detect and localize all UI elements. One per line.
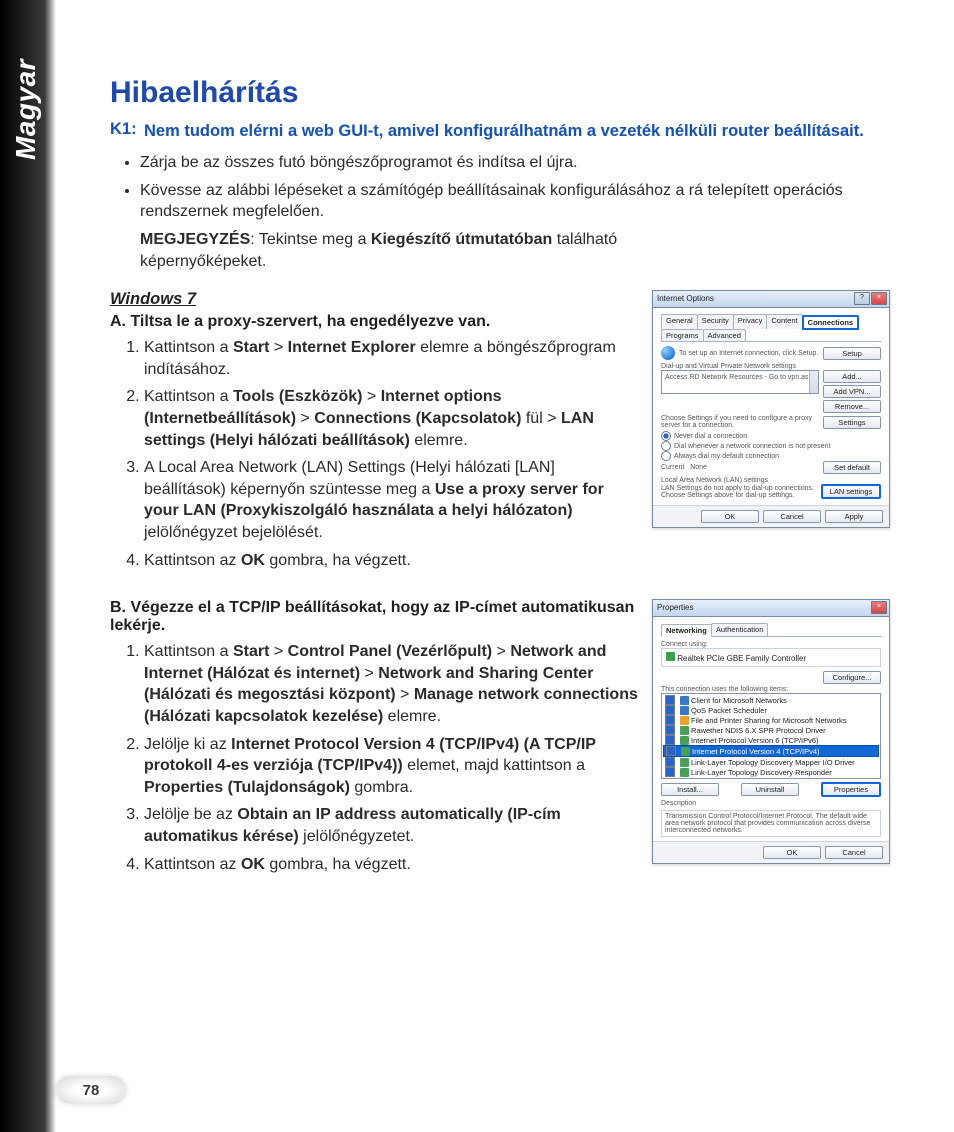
cancel-button[interactable]: Cancel <box>825 846 883 859</box>
bullet-item: Kövesse az alábbi lépéseket a számítógép… <box>140 180 890 223</box>
tab-programs[interactable]: Programs <box>661 329 704 341</box>
dialog-tabs: General Security Privacy Content Connect… <box>661 314 881 342</box>
section-b-heading: B. Végezze el a TCP/IP beállításokat, ho… <box>110 599 640 635</box>
remove-button[interactable]: Remove... <box>823 400 881 413</box>
step: Jelölje be az Obtain an IP address autom… <box>144 804 640 847</box>
close-icon[interactable]: × <box>871 601 887 614</box>
description-text: Transmission Control Protocol/Internet P… <box>661 810 881 837</box>
page-title: Hibaelhárítás <box>110 76 890 110</box>
step: A Local Area Network (LAN) Settings (Hel… <box>144 457 640 543</box>
properties-button[interactable]: Properties <box>821 782 881 797</box>
page-content: Hibaelhárítás K1: Nem tudom elérni a web… <box>110 76 890 903</box>
component-icon <box>680 736 689 745</box>
component-icon <box>680 706 689 715</box>
uninstall-button[interactable]: Uninstall <box>741 783 799 796</box>
dialog-title: Properties <box>653 603 693 612</box>
tab-security[interactable]: Security <box>697 314 734 329</box>
tab-advanced[interactable]: Advanced <box>703 329 746 341</box>
side-language-label: Magyar <box>10 59 42 160</box>
page-number: 78 <box>56 1076 126 1104</box>
faq-question: K1: Nem tudom elérni a web GUI-t, amivel… <box>110 120 890 142</box>
dialog-tabs: Networking Authentication <box>661 623 881 637</box>
tab-content[interactable]: Content <box>766 314 802 329</box>
tab-authentication[interactable]: Authentication <box>711 623 769 636</box>
setup-hint: To set up an Internet connection, click … <box>679 350 818 357</box>
step: Jelölje ki az Internet Protocol Version … <box>144 734 640 799</box>
cancel-button[interactable]: Cancel <box>763 510 821 523</box>
ok-button[interactable]: OK <box>701 510 759 523</box>
settings-button[interactable]: Settings <box>823 416 881 429</box>
adapter-field: Realtek PCIe GBE Family Controller <box>661 648 881 667</box>
lan-section-head: Local Area Network (LAN) settings <box>661 477 881 484</box>
connect-using-label: Connect using: <box>661 641 881 648</box>
globe-icon <box>661 346 675 360</box>
faq-label: K1: <box>110 120 144 142</box>
component-icon <box>680 768 689 777</box>
lan-settings-button[interactable]: LAN settings <box>821 484 881 499</box>
lan-hint: LAN Settings do not apply to dial-up con… <box>661 485 821 499</box>
bullet-item: Zárja be az összes futó böngészőprogramo… <box>140 152 890 174</box>
install-button[interactable]: Install... <box>661 783 719 796</box>
page-number-badge: 78 <box>56 1076 126 1104</box>
step: Kattintson az OK gombra, ha végzett. <box>144 550 640 572</box>
component-icon <box>680 758 689 767</box>
dialog-titlebar: Internet Options ? × <box>653 291 889 308</box>
component-icon <box>680 726 689 735</box>
step: Kattintson az OK gombra, ha végzett. <box>144 854 640 876</box>
step: Kattintson a Start > Internet Explorer e… <box>144 337 640 380</box>
note-label: MEGJEGYZÉS <box>140 231 250 248</box>
add-button[interactable]: Add... <box>823 370 881 383</box>
section-a-steps: Kattintson a Start > Internet Explorer e… <box>110 337 640 571</box>
configure-button[interactable]: Configure... <box>823 671 881 684</box>
radio-dial-when[interactable]: Dial whenever a network connection is no… <box>661 441 881 451</box>
help-icon[interactable]: ? <box>854 292 870 305</box>
vpn-section-head: Dial-up and Virtual Private Network sett… <box>661 363 881 370</box>
component-icon <box>681 747 690 756</box>
cfg-hint: Choose Settings if you need to configure… <box>661 415 823 429</box>
apply-button[interactable]: Apply <box>825 510 883 523</box>
dialog-titlebar: Properties × <box>653 600 889 617</box>
component-icon <box>680 716 689 725</box>
dialog-title: Internet Options <box>653 294 714 303</box>
tab-networking[interactable]: Networking <box>661 624 712 637</box>
intro-bullets: Zárja be az összes futó böngészőprogramo… <box>140 152 890 223</box>
step: Kattintson a Tools (Eszközök) > Internet… <box>144 386 640 451</box>
nic-icon <box>666 652 675 661</box>
side-language-tab: Magyar <box>0 0 56 1132</box>
step: Kattintson a Start > Control Panel (Vezé… <box>144 641 640 727</box>
set-default-button[interactable]: Set default <box>823 461 881 474</box>
component-icon <box>680 696 689 705</box>
internet-options-dialog: Internet Options ? × General Security Pr… <box>652 290 890 528</box>
os-heading: Windows 7 <box>110 290 640 309</box>
network-items-list[interactable]: Client for Microsoft Networks QoS Packet… <box>661 693 881 779</box>
section-a-heading: A. Tiltsa le a proxy-szervert, ha engedé… <box>110 313 640 331</box>
close-icon[interactable]: × <box>871 292 887 305</box>
section-b-steps: Kattintson a Start > Control Panel (Vezé… <box>110 641 640 875</box>
tab-privacy[interactable]: Privacy <box>733 314 768 329</box>
radio-never-dial[interactable]: Never dial a connection <box>661 431 881 441</box>
setup-button[interactable]: Setup <box>823 347 881 360</box>
add-vpn-button[interactable]: Add VPN... <box>823 385 881 398</box>
items-list-head: This connection uses the following items… <box>661 686 881 693</box>
scrollbar[interactable] <box>809 371 818 393</box>
radio-always-dial[interactable]: Always dial my default connection <box>661 451 881 461</box>
ok-button[interactable]: OK <box>763 846 821 859</box>
description-head: Description <box>661 800 881 807</box>
tab-general[interactable]: General <box>661 314 698 329</box>
vpn-listbox[interactable]: Access RD Network Resources - Go to vpn.… <box>661 370 819 394</box>
connection-properties-dialog: Properties × Networking Authentication C… <box>652 599 890 864</box>
faq-text: Nem tudom elérni a web GUI-t, amivel kon… <box>144 120 890 142</box>
tab-connections[interactable]: Connections <box>802 315 859 330</box>
note-line: MEGJEGYZÉS: Tekintse meg a Kiegészítő út… <box>140 229 640 272</box>
